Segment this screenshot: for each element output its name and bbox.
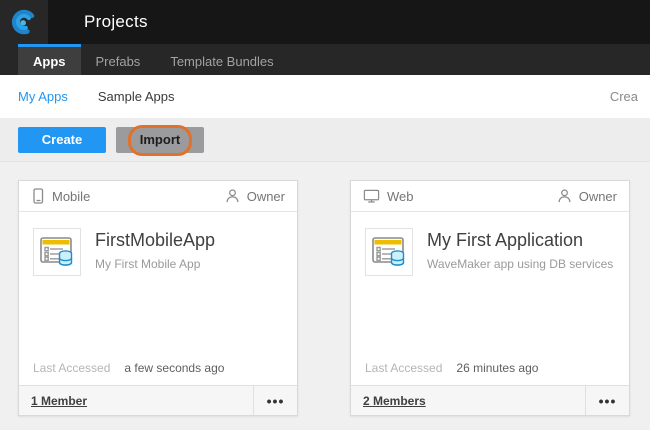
owner-label: Owner [247, 189, 285, 204]
web-icon [363, 188, 380, 204]
card-body: My First Application WaveMaker app using… [351, 212, 629, 276]
import-button-label: Import [140, 132, 180, 147]
subnav-my-apps[interactable]: My Apps [18, 89, 68, 104]
platform-label: Web [387, 189, 414, 204]
subnav-right-truncated-text[interactable]: Crea [610, 89, 638, 104]
mobile-icon [31, 188, 45, 204]
card-menu-dots-icon[interactable]: ••• [585, 386, 629, 415]
subnav-sample-apps[interactable]: Sample Apps [98, 89, 175, 104]
wave-logo-icon [10, 8, 38, 36]
tab-bar: Apps Prefabs Template Bundles [0, 44, 650, 75]
card-header: Mobile Owner [19, 181, 297, 212]
project-card-firstmobileapp: Mobile Owner [18, 180, 298, 416]
last-accessed-label: Last Accessed [33, 361, 110, 375]
card-header: Web Owner [351, 181, 629, 212]
app-description: My First Mobile App [95, 257, 215, 271]
projects-list: Mobile Owner [0, 162, 650, 430]
app-header: Projects [0, 0, 650, 44]
import-button[interactable]: Import [116, 127, 204, 153]
platform-label: Mobile [52, 189, 90, 204]
app-name[interactable]: My First Application [427, 230, 613, 251]
card-menu-dots-icon[interactable]: ••• [253, 386, 297, 415]
wavemaker-logo[interactable] [0, 0, 48, 44]
project-card-my-first-application: Web Owner [350, 180, 630, 416]
create-button[interactable]: Create [18, 127, 106, 153]
tab-apps[interactable]: Apps [18, 44, 81, 75]
last-accessed-label: Last Accessed [365, 361, 442, 375]
app-name[interactable]: FirstMobileApp [95, 230, 215, 251]
tab-prefabs[interactable]: Prefabs [81, 44, 156, 75]
owner-icon [557, 188, 572, 204]
app-icon[interactable] [365, 228, 413, 276]
page-title: Projects [84, 0, 148, 44]
members-link[interactable]: 1 Member [19, 386, 253, 415]
members-link[interactable]: 2 Members [351, 386, 585, 415]
sub-nav: My Apps Sample Apps Crea [0, 75, 650, 118]
last-accessed-row: Last Accessed 26 minutes ago [351, 361, 629, 385]
last-accessed-value: 26 minutes ago [456, 361, 538, 375]
toolbar: Create Import [0, 118, 650, 162]
app-icon[interactable] [33, 228, 81, 276]
owner-icon [225, 188, 240, 204]
last-accessed-row: Last Accessed a few seconds ago [19, 361, 297, 385]
default-app-icon [37, 232, 77, 272]
last-accessed-value: a few seconds ago [124, 361, 224, 375]
card-footer: 1 Member ••• [19, 385, 297, 415]
app-description: WaveMaker app using DB services [427, 257, 613, 271]
default-app-icon [369, 232, 409, 272]
card-footer: 2 Members ••• [351, 385, 629, 415]
owner-label: Owner [579, 189, 617, 204]
card-body: FirstMobileApp My First Mobile App [19, 212, 297, 276]
tab-template-bundles[interactable]: Template Bundles [155, 44, 288, 75]
